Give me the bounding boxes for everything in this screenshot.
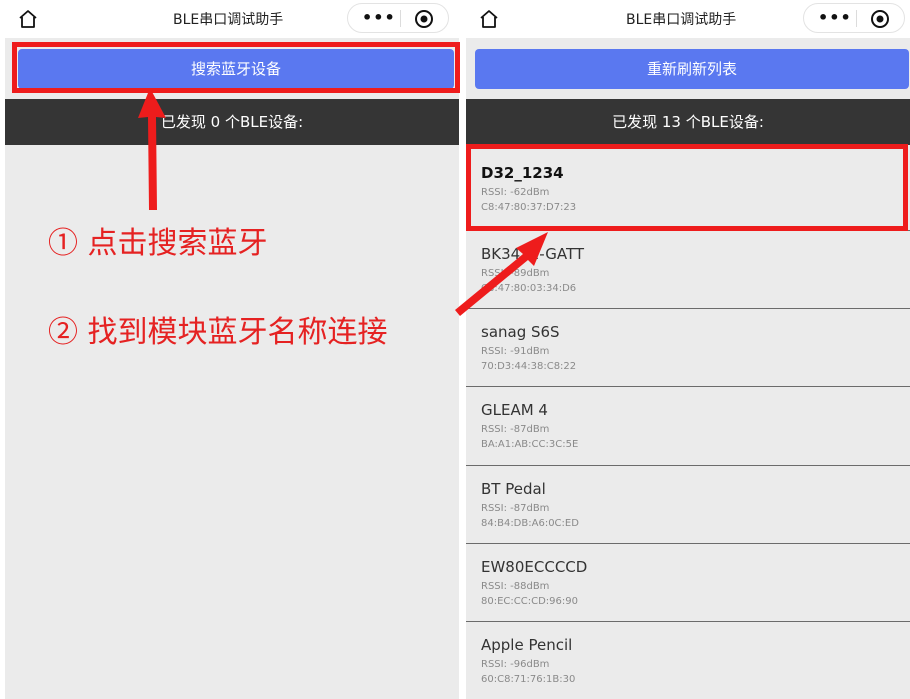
arrow-diagonal-icon xyxy=(455,232,548,316)
arrow-up-icon xyxy=(138,88,166,210)
step2-annotation: ② 找到模块蓝牙名称连接 xyxy=(48,315,388,350)
step1-annotation: ① 点击搜索蓝牙 xyxy=(48,226,268,261)
